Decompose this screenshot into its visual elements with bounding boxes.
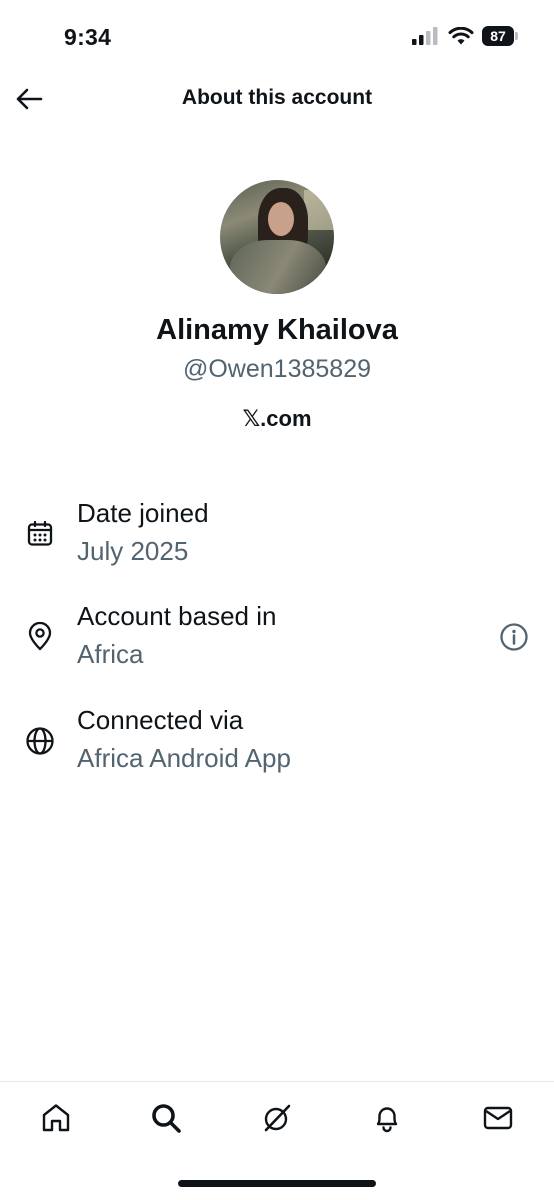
home-indicator[interactable] <box>178 1180 376 1187</box>
page-title: About this account <box>181 86 373 109</box>
grok-icon <box>264 1104 291 1132</box>
search-icon <box>152 1104 181 1133</box>
connected-via-row: Connected via Africa Android App <box>0 705 554 785</box>
connected-via-value: Africa Android App <box>77 743 291 773</box>
tab-grok[interactable] <box>257 1098 297 1138</box>
date-joined-row: Date joined July 2025 <box>0 498 554 578</box>
info-icon <box>500 623 528 651</box>
avatar[interactable] <box>220 180 334 294</box>
date-joined-label: Date joined <box>77 498 209 528</box>
calendar-icon <box>24 518 56 550</box>
tab-search[interactable] <box>146 1098 186 1138</box>
account-based-in-label: Account based in <box>77 601 277 631</box>
user-handle: @Owen1385829 <box>182 355 371 383</box>
bell-icon <box>376 1107 398 1133</box>
connected-via-label: Connected via <box>77 705 244 735</box>
cellular-signal-icon <box>412 27 438 45</box>
wifi-icon <box>448 26 474 44</box>
location-pin-icon <box>24 621 56 653</box>
display-name: Alinamy Khailova <box>156 314 398 346</box>
date-joined-value: July 2025 <box>77 536 189 566</box>
account-based-in-row: Account based in Africa <box>0 601 554 681</box>
status-time: 9:34 <box>64 24 112 50</box>
battery-level: 87 <box>482 26 514 46</box>
info-button[interactable] <box>498 621 530 653</box>
mail-icon <box>483 1106 513 1130</box>
account-based-in-value: Africa <box>77 639 144 669</box>
site-label: 𝕏.com <box>242 406 312 431</box>
status-icons: 87 <box>412 26 518 46</box>
globe-icon <box>24 725 56 757</box>
battery-indicator: 87 <box>482 26 518 46</box>
home-icon <box>42 1104 70 1132</box>
tab-home[interactable] <box>36 1098 76 1138</box>
status-bar: 9:34 87 <box>0 0 554 72</box>
tab-messages[interactable] <box>478 1098 518 1138</box>
tab-notifications[interactable] <box>367 1098 407 1138</box>
header: About this account <box>0 72 554 128</box>
